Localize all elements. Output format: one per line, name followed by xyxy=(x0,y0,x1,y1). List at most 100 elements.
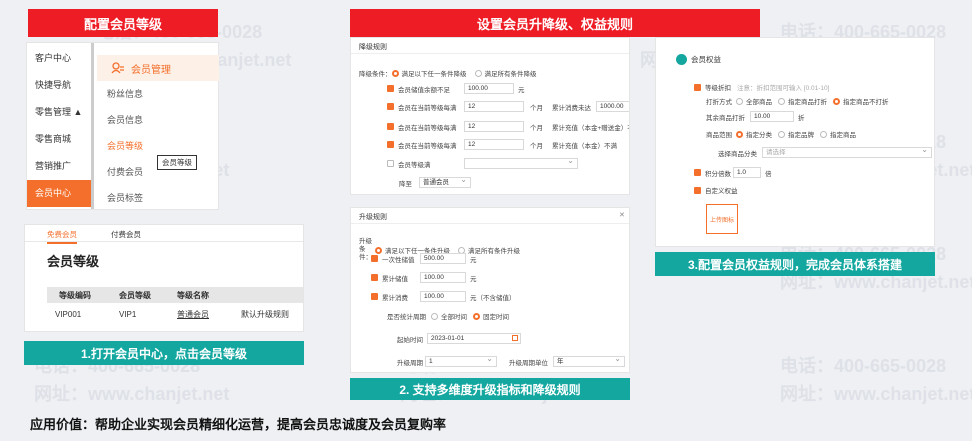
radio-fixed-time-icon[interactable] xyxy=(473,312,480,320)
radio-brand-label: 指定品牌 xyxy=(788,132,814,139)
menu-customer-center[interactable]: 客户中心 xyxy=(27,45,91,72)
page-title: 会员等级 xyxy=(47,254,100,269)
checkbox-icon[interactable] xyxy=(387,85,394,92)
main-menu: 客户中心 快捷导航 零售管理 ▲ 零售商城 营销推广 会员中心 xyxy=(27,45,91,207)
tooltip-member-level: 会员等级 xyxy=(157,155,197,170)
radio-full-time-icon[interactable] xyxy=(431,312,438,320)
down-rule-level-select[interactable] xyxy=(464,156,578,169)
menu-member-center[interactable]: 会员中心 xyxy=(27,180,91,207)
menu-retail-mall[interactable]: 零售商城 xyxy=(27,126,91,153)
radio-exclude-goods-icon[interactable] xyxy=(833,97,840,105)
up-rule-total-recharge: 累计储值 100.00 元 xyxy=(371,272,477,283)
start-time-value: 2023-01-01 xyxy=(431,335,465,342)
panel1-banner: 配置会员等级 xyxy=(28,9,218,37)
down-rule-level-label: 会员等级满 xyxy=(398,161,431,169)
tab-paid-member[interactable]: 付费会员 xyxy=(111,229,141,240)
category-select-label: 选择商品分类 xyxy=(718,150,757,158)
menu-retail-mgmt[interactable]: 零售管理 ▲ xyxy=(27,99,91,126)
upload-icon-button[interactable]: 上传图标 xyxy=(706,204,738,234)
unit: 个月 xyxy=(530,142,543,150)
menu-marketing[interactable]: 营销推广 xyxy=(27,153,91,180)
down-rule-consume-mid: 累计消费未达 xyxy=(552,104,591,112)
radio-all-icon[interactable] xyxy=(474,69,482,77)
checkbox-icon[interactable] xyxy=(387,160,394,167)
other-discount-input[interactable]: 10.00 xyxy=(750,111,794,122)
unit: 元 xyxy=(470,256,477,264)
benefits-header: 会员权益 xyxy=(676,54,721,65)
checkbox-icon[interactable] xyxy=(371,274,378,281)
cell-rule[interactable]: 默认升级规则 xyxy=(229,303,303,325)
radio-brand-icon[interactable] xyxy=(778,130,785,138)
downgrade-to-label: 降至 xyxy=(399,180,412,188)
upgrade-title: 升级规则 xyxy=(359,214,387,221)
up-rule-once-input[interactable]: 500.00 xyxy=(420,253,466,264)
close-icon[interactable]: ✕ xyxy=(619,211,625,219)
tab-free-member[interactable]: 免费会员 xyxy=(47,229,77,244)
down-rule-consume-amount[interactable]: 1000.00 xyxy=(596,101,629,112)
panel1-caption: 1.打开会员中心，点击会员等级 xyxy=(24,341,304,365)
col-rule xyxy=(229,287,303,303)
radio-all-goods-icon[interactable] xyxy=(736,97,743,105)
checkbox-icon[interactable] xyxy=(387,141,394,148)
checkbox-icon[interactable] xyxy=(387,103,394,110)
sub-member-info[interactable]: 会员信息 xyxy=(97,107,219,133)
start-time-input[interactable]: 2023-01-01 xyxy=(427,333,521,344)
col-level-code: 等级编码 xyxy=(47,287,107,303)
checkbox-icon[interactable] xyxy=(694,83,701,91)
member-level-screenshot: 免费会员 付费会员 会员等级 等级编码 会员等级 等级名称 VIP001 VIP… xyxy=(24,224,304,332)
member-menu-screenshot: 客户中心 快捷导航 零售管理 ▲ 零售商城 营销推广 会员中心 会员管理 粉丝信… xyxy=(26,42,219,210)
checkbox-icon[interactable] xyxy=(371,255,378,262)
menu-divider xyxy=(91,43,94,209)
down-rule-consume-months[interactable]: 12 xyxy=(464,101,524,112)
cell-level-name[interactable]: 普通会员 xyxy=(165,303,229,325)
radio-category-label: 指定分类 xyxy=(746,132,772,139)
up-rule-total-consume-input[interactable]: 100.00 xyxy=(420,291,466,302)
radio-category-icon[interactable] xyxy=(736,130,743,138)
up-rule-total-recharge-input[interactable]: 100.00 xyxy=(420,272,466,283)
checkbox-icon[interactable] xyxy=(694,186,701,194)
table-header: 等级编码 会员等级 等级名称 xyxy=(47,287,303,303)
downgrade-to-select[interactable]: 普通会员 xyxy=(419,175,471,188)
discount-mode-label: 打折方式 xyxy=(706,99,732,106)
up-rule-total-consume: 累计消费 100.00 元（不含储值） xyxy=(371,291,516,302)
radio-exclude-goods-label: 指定商品不打折 xyxy=(843,99,889,106)
cycle-unit-label: 升级周期单位 xyxy=(509,359,548,367)
downgrade-title: 降级规则 xyxy=(359,44,387,51)
down-rule-consume: 会员在当前等级每满 12 个月 累计消费未达 1000.00 元 xyxy=(387,101,629,112)
checkbox-icon[interactable] xyxy=(387,123,394,130)
footer-value-statement: 应用价值：帮助企业实现会员精细化运营，提高会员忠诚度及会员复购率 xyxy=(30,417,447,432)
level-table: 等级编码 会员等级 等级名称 VIP001 VIP1 普通会员 默认升级规则 xyxy=(47,287,303,325)
table-row[interactable]: VIP001 VIP1 普通会员 默认升级规则 xyxy=(47,303,303,325)
checkbox-icon[interactable] xyxy=(694,169,701,176)
up-rule-total-consume-label: 累计消费 xyxy=(382,294,408,302)
goods-range-label: 商品范围 xyxy=(706,132,732,139)
cell-level-code: VIP001 xyxy=(55,309,82,319)
down-rule-principal-months[interactable]: 12 xyxy=(464,139,524,150)
unit: 倍 xyxy=(765,170,772,178)
benefit-discount-label: 等级折扣 xyxy=(705,85,731,92)
watermark-site: 网址：www.chanjet.net xyxy=(34,384,230,404)
downgrade-to-row: 降至 普通会员 xyxy=(399,175,471,188)
radio-some-goods-icon[interactable] xyxy=(778,97,785,105)
benefit-points-input[interactable]: 1.0 xyxy=(733,167,761,178)
downgrade-condition-row: 降级条件： 满足以下任一条件降级 满足所有条件降级 xyxy=(359,68,537,78)
benefit-points-label: 积分倍数 xyxy=(705,170,731,178)
down-rule-recharge-months[interactable]: 12 xyxy=(464,121,524,132)
other-discount-row: 其余商品打折 10.00 折 xyxy=(706,111,805,122)
category-select[interactable]: 请选择 xyxy=(762,145,932,158)
calendar-icon[interactable] xyxy=(512,335,518,341)
cycle-unit-select[interactable]: 年 xyxy=(553,354,625,367)
member-mgmt-icon xyxy=(111,62,124,74)
radio-goods-label: 指定商品 xyxy=(830,132,856,139)
menu-quick-nav[interactable]: 快捷导航 xyxy=(27,72,91,99)
up-rule-total-recharge-label: 累计储值 xyxy=(382,275,408,283)
radio-any-icon[interactable] xyxy=(391,69,399,77)
cycle-select[interactable]: 1 xyxy=(425,354,497,367)
member-mgmt-header[interactable]: 会员管理 xyxy=(97,55,219,81)
radio-goods-icon[interactable] xyxy=(820,130,827,138)
sub-member-tag[interactable]: 会员标签 xyxy=(97,185,219,211)
checkbox-icon[interactable] xyxy=(371,293,378,300)
sub-fans[interactable]: 粉丝信息 xyxy=(97,81,219,107)
down-rule-balance-input[interactable]: 100.00 xyxy=(464,83,514,94)
start-time-label: 起始时间 xyxy=(397,336,423,344)
